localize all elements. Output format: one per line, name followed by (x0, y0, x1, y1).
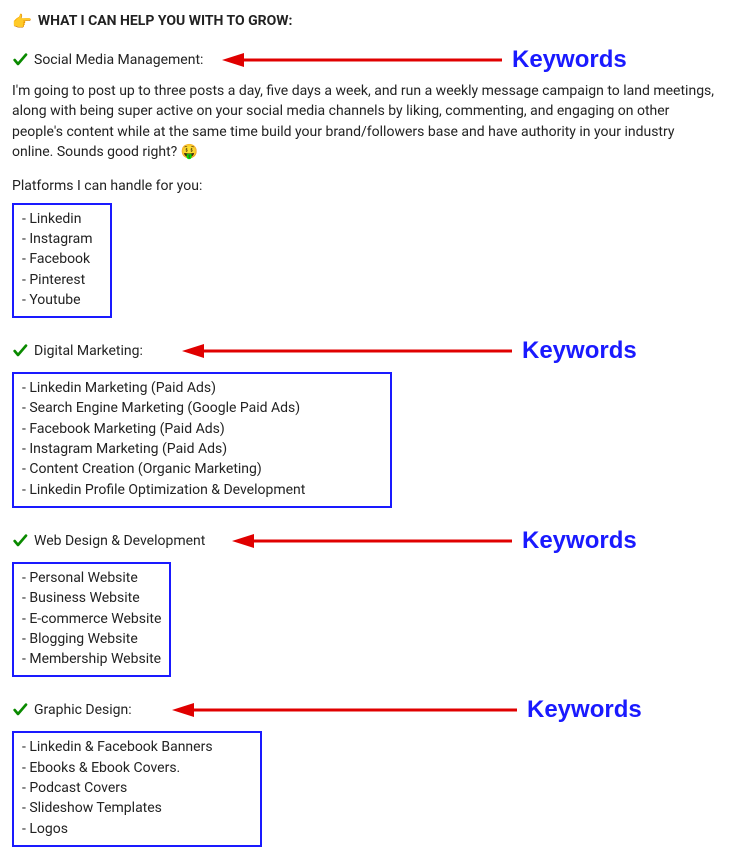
list-item: - Ebooks & Ebook Covers. (22, 758, 252, 778)
section-label: Graphic Design: (34, 700, 132, 720)
page-title: WHAT I CAN HELP YOU WITH TO GROW: (38, 11, 293, 31)
list-item: - Linkedin Marketing (Paid Ads) (22, 378, 382, 398)
web-design-box: - Personal Website - Business Website - … (12, 562, 171, 677)
section-label: Social Media Management: (34, 50, 203, 70)
list-item: - Podcast Covers (22, 778, 252, 798)
list-item: - Blogging Website (22, 629, 161, 649)
list-item: - Search Engine Marketing (Google Paid A… (22, 398, 382, 418)
graphic-design-box: - Linkedin & Facebook Banners - Ebooks &… (12, 731, 262, 846)
list-item: - Youtube (22, 290, 102, 310)
section-heading-social-media: Social Media Management: Keywords (12, 47, 719, 73)
keywords-annotation: Keywords (512, 43, 627, 78)
list-item: - Linkedin Profile Optimization & Develo… (22, 480, 382, 500)
section-heading-web-design: Web Design & Development Keywords (12, 528, 719, 554)
arrow-icon (222, 51, 502, 69)
check-icon (12, 343, 28, 359)
keywords-annotation: Keywords (522, 334, 637, 369)
platforms-box: - Linkedin - Instagram - Facebook - Pint… (12, 203, 112, 318)
list-item: - Instagram Marketing (Paid Ads) (22, 439, 382, 459)
list-item: - Business Website (22, 588, 161, 608)
list-item: - Logos (22, 819, 252, 839)
list-item: - Slideshow Templates (22, 798, 252, 818)
section-label: Digital Marketing: (34, 341, 143, 361)
section-heading-digital-marketing: Digital Marketing: Keywords (12, 338, 719, 364)
digital-marketing-box: - Linkedin Marketing (Paid Ads) - Search… (12, 372, 392, 508)
check-icon (12, 52, 28, 68)
list-item: - Facebook Marketing (Paid Ads) (22, 419, 382, 439)
list-item: - Instagram (22, 229, 102, 249)
arrow-icon (232, 532, 512, 550)
list-item: - Pinterest (22, 270, 102, 290)
pointing-hand-icon: 👉 (12, 10, 32, 33)
list-item: - Linkedin (22, 209, 102, 229)
list-item: - Linkedin & Facebook Banners (22, 737, 252, 757)
page-title-row: 👉 WHAT I CAN HELP YOU WITH TO GROW: (12, 10, 719, 33)
list-item: - Membership Website (22, 649, 161, 669)
arrow-icon (182, 342, 512, 360)
keywords-annotation: Keywords (522, 524, 637, 559)
list-item: - E-commerce Website (22, 609, 161, 629)
platforms-intro: Platforms I can handle for you: (12, 176, 719, 196)
keywords-annotation: Keywords (527, 693, 642, 728)
list-item: - Facebook (22, 249, 102, 269)
description-paragraph: I'm going to post up to three posts a da… (12, 81, 719, 162)
list-item: - Personal Website (22, 568, 161, 588)
check-icon (12, 702, 28, 718)
section-heading-graphic-design: Graphic Design: Keywords (12, 697, 719, 723)
arrow-icon (172, 701, 517, 719)
section-label: Web Design & Development (34, 531, 205, 551)
list-item: - Content Creation (Organic Marketing) (22, 459, 382, 479)
check-icon (12, 533, 28, 549)
